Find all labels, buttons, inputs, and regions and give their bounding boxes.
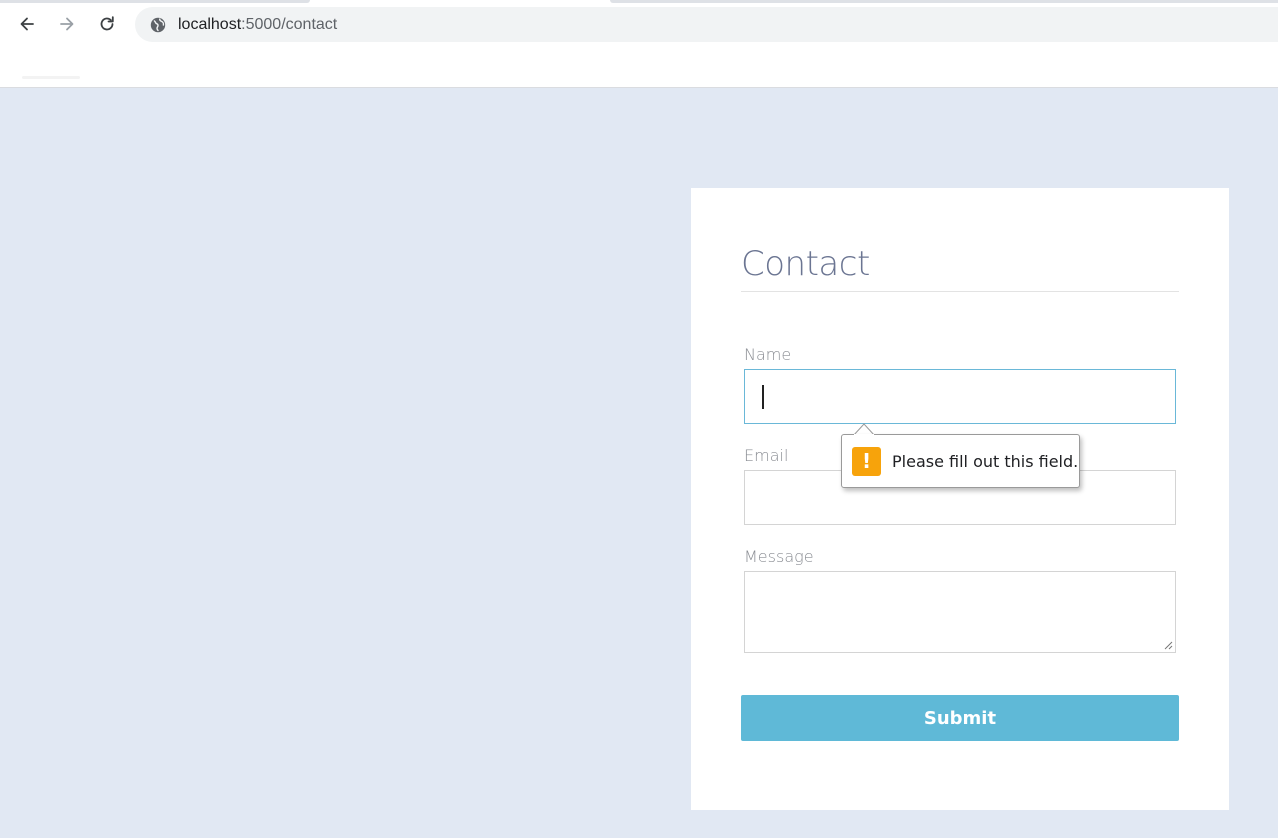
forward-button[interactable] xyxy=(53,10,81,38)
arrow-right-icon xyxy=(60,17,74,31)
back-button[interactable] xyxy=(13,10,41,38)
title-divider xyxy=(741,291,1179,292)
tab-strip-right xyxy=(610,0,1278,3)
text-caret xyxy=(762,385,764,409)
tooltip-pointer-joint xyxy=(854,434,874,436)
name-field[interactable] xyxy=(744,369,1176,424)
tab-strip xyxy=(0,0,1278,3)
browser-toolbar: localhost:5000/contact xyxy=(0,0,1278,88)
page-title: Contact xyxy=(741,244,870,284)
submit-button[interactable]: Submit xyxy=(741,695,1179,741)
contact-card: Contact Name Email Message Submit xyxy=(691,188,1229,810)
validation-tooltip: ! Please fill out this field. xyxy=(841,434,1080,488)
warning-icon: ! xyxy=(852,446,881,476)
name-label: Name xyxy=(744,345,792,364)
reload-button[interactable] xyxy=(93,10,121,38)
address-bar[interactable]: localhost:5000/contact xyxy=(135,7,1278,42)
url-host: localhost xyxy=(178,15,242,33)
reload-icon xyxy=(100,16,114,31)
url-path: :5000/contact xyxy=(241,15,338,33)
message-field[interactable] xyxy=(744,571,1176,653)
message-label: Message xyxy=(744,547,814,566)
resize-handle-icon[interactable] xyxy=(1163,640,1173,650)
url-text[interactable]: localhost:5000/contact xyxy=(178,16,337,34)
email-label: Email xyxy=(744,446,789,465)
globe-icon[interactable] xyxy=(148,15,168,35)
tab-strip-left xyxy=(0,0,310,3)
arrow-left-icon xyxy=(20,17,34,31)
validation-message: Please fill out this field. xyxy=(892,451,1079,471)
bookmarks-bar xyxy=(22,76,80,79)
